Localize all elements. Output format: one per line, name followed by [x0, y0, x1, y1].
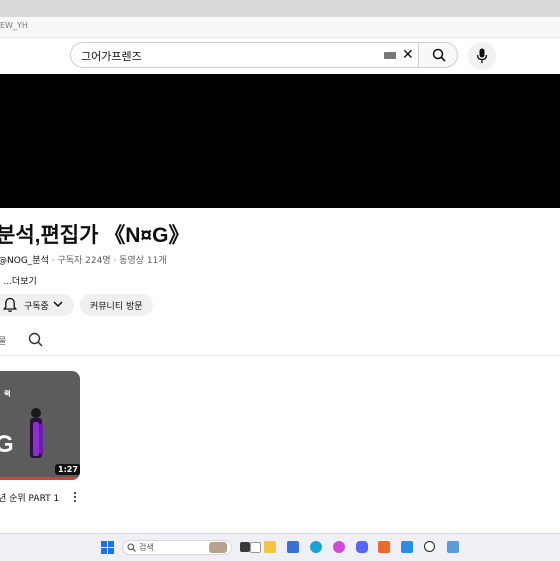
channel-meta: @NOG_분석 · 구독자 224명 · 동영상 11개: [0, 253, 167, 266]
thumbnail-text: 랙: [4, 390, 11, 398]
channel-search-icon[interactable]: [28, 332, 43, 347]
widgets-icon[interactable]: [250, 542, 261, 553]
store-icon[interactable]: [287, 541, 299, 553]
search-input-value: 그어가프렌즈: [81, 50, 142, 63]
video-more-menu-icon[interactable]: [71, 490, 79, 504]
mic-icon: [476, 48, 488, 63]
tab-partial[interactable]: 물: [0, 334, 6, 347]
video-duration-badge: 1:27: [55, 464, 80, 475]
channel-description-more-link[interactable]: ' ...더보기: [0, 274, 37, 287]
community-visit-label: 커뮤니티 방문: [90, 302, 143, 312]
channel-handle: @NOG_분석: [0, 256, 49, 266]
taskbar-search-label: 검색: [139, 543, 154, 552]
watch-progress-bar: [0, 477, 80, 480]
tab-divider: [0, 355, 560, 356]
app-orange-icon[interactable]: [378, 541, 390, 553]
voice-search-button[interactable]: [468, 42, 496, 70]
search-button[interactable]: [418, 42, 458, 68]
edge-icon[interactable]: [310, 541, 322, 553]
bookmark-item[interactable]: EW_YH: [0, 21, 28, 30]
search-icon: [432, 48, 446, 62]
discord-icon[interactable]: [356, 541, 368, 553]
chevron-down-icon: [53, 301, 63, 308]
community-visit-button[interactable]: 커뮤니티 방문: [80, 294, 153, 316]
photos-icon[interactable]: [333, 541, 345, 553]
gallery-icon[interactable]: [447, 541, 459, 553]
search-icon: [127, 543, 136, 552]
taskbar-search-art-icon: [209, 542, 227, 553]
channel-banner: [0, 74, 560, 208]
browser-tab-strip: [0, 0, 560, 17]
thumbnail-logo-text: G: [0, 431, 14, 458]
subscribed-button[interactable]: 구독중: [0, 294, 74, 316]
video-title[interactable]: 년 순위 PART 1: [0, 491, 59, 504]
keyboard-icon[interactable]: [384, 52, 396, 59]
subscribed-label: 구독중: [24, 302, 49, 312]
taskbar-search[interactable]: 검색: [122, 540, 232, 555]
channel-title: 분석,편집가 《N¤G》: [0, 224, 190, 247]
thumbnail-figure-image: [30, 408, 43, 458]
snipping-tool-icon[interactable]: [401, 541, 413, 553]
bell-icon: [3, 297, 17, 312]
bookmark-bar: EW_YH: [0, 17, 560, 38]
task-view-icon[interactable]: [240, 542, 250, 552]
video-thumbnail[interactable]: 랙 G 1:27: [0, 371, 80, 480]
file-explorer-icon[interactable]: [264, 541, 276, 553]
clear-search-icon[interactable]: ✕: [402, 46, 414, 64]
chatgpt-icon[interactable]: [424, 541, 435, 552]
windows-start-icon[interactable]: [101, 541, 114, 554]
channel-stats: · 구독자 224명 · 동영상 11개: [48, 256, 167, 266]
windows-taskbar: 검색: [0, 533, 560, 561]
search-input[interactable]: 그어가프렌즈 ✕: [70, 42, 418, 68]
